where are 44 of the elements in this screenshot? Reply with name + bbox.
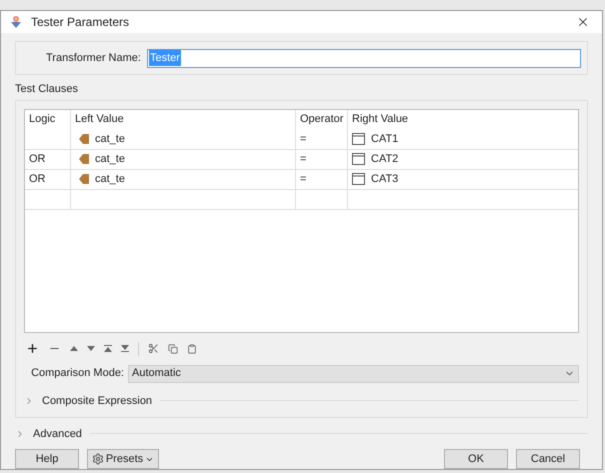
- field-label: Comparison Mode:: [30, 366, 124, 382]
- gear-icon: [92, 453, 104, 465]
- cut-button[interactable]: [148, 343, 159, 354]
- table-cell: OR: [25, 170, 71, 188]
- table-cell: =: [296, 150, 348, 168]
- table-cell: OR: [25, 150, 71, 168]
- table-cell: =: [296, 170, 348, 188]
- app-icon: [9, 15, 23, 29]
- table-cell-text: CAT3: [371, 172, 398, 187]
- scissors-icon: [148, 343, 159, 354]
- field-label: Transformer Name:: [46, 50, 141, 66]
- table-cell: =: [296, 130, 348, 148]
- table-cell-text: cat_te: [95, 152, 125, 167]
- group-title: Test Clauses: [15, 82, 79, 97]
- ok-button[interactable]: OK: [444, 449, 508, 469]
- plus-icon: [26, 342, 39, 355]
- table-cell-text: CAT2: [371, 152, 398, 167]
- close-icon: [576, 15, 590, 29]
- column-header[interactable]: Left Value: [71, 110, 296, 130]
- presets-button[interactable]: Presets: [87, 449, 159, 469]
- clipboard-icon: [187, 344, 197, 354]
- add-button[interactable]: [26, 342, 39, 355]
- window-icon: [352, 173, 365, 185]
- comparison-mode-select[interactable]: Automatic: [128, 364, 579, 382]
- help-button[interactable]: Help: [15, 449, 79, 469]
- column-header[interactable]: Right Value: [348, 110, 578, 130]
- cancel-button[interactable]: Cancel: [516, 449, 580, 469]
- window-icon: [352, 133, 365, 145]
- table-cell-text: cat_te: [95, 132, 125, 147]
- table-cell-text: CAT1: [371, 132, 398, 147]
- move-top-icon[interactable]: [104, 345, 112, 352]
- table-cell-text: cat_te: [95, 172, 125, 187]
- copy-icon: [168, 344, 178, 354]
- paste-button[interactable]: [187, 344, 197, 354]
- window-icon: [352, 153, 365, 165]
- move-bottom-icon[interactable]: [121, 345, 129, 352]
- column-header[interactable]: Operator: [296, 110, 348, 130]
- move-up-icon[interactable]: [70, 345, 78, 352]
- column-header[interactable]: Logic: [25, 110, 71, 130]
- move-down-icon[interactable]: [87, 345, 95, 352]
- window-title: Tester Parameters: [31, 14, 130, 31]
- expander-toggle[interactable]: Advanced: [15, 426, 82, 442]
- copy-button[interactable]: [168, 344, 178, 354]
- expander-toggle[interactable]: Composite Expression: [24, 392, 152, 409]
